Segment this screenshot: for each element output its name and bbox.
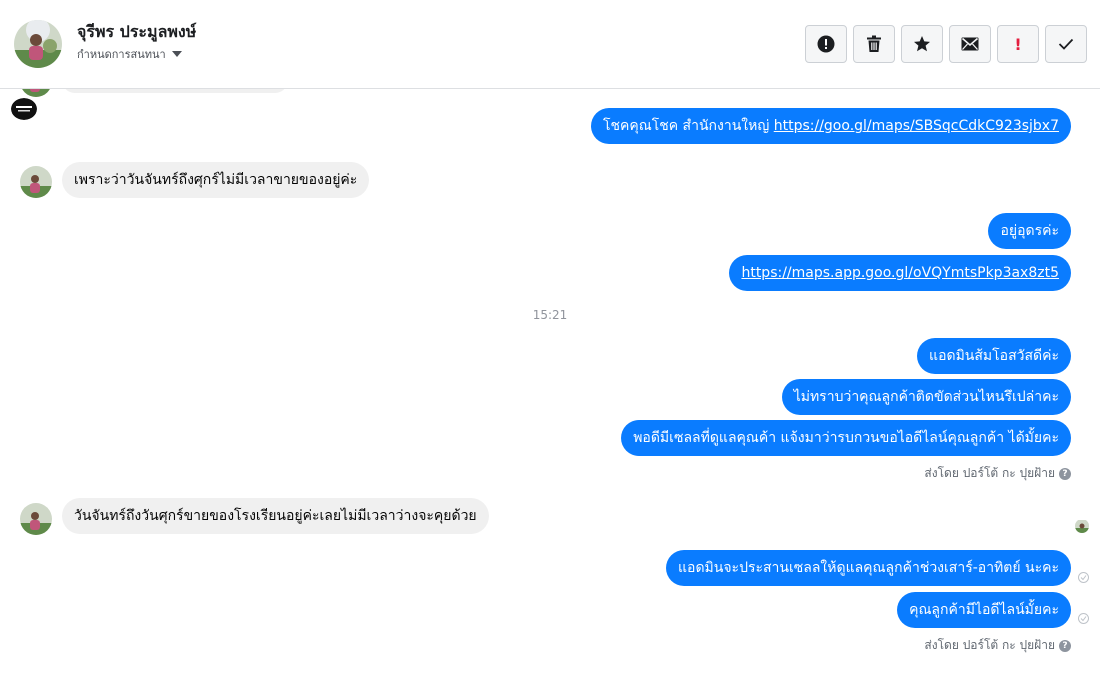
- conversation-toolbar: !: [805, 25, 1087, 63]
- message-text: แอดมินส้มโอสวัสดีค่ะ: [929, 348, 1059, 364]
- message-bubble-outgoing[interactable]: ไม่ทราบว่าคุณลูกค้าติดขัดส่วนไหนรึเปล่าค…: [781, 379, 1071, 415]
- help-icon[interactable]: ?: [1059, 467, 1071, 480]
- message-text: โชคคุณโชค สำนักงานใหญ่: [602, 118, 774, 134]
- chevron-down-icon: [171, 51, 182, 57]
- read-receipt-avatar: [1075, 519, 1089, 533]
- message-bubble-outgoing[interactable]: พอดีมีเซลลที่ดูแลคุณค้า แจ้งมาว่ารบกวนขอ…: [621, 420, 1071, 456]
- time-separator: 15:21: [532, 308, 568, 322]
- message-bubble-outgoing[interactable]: คุณลูกค้ามีไอดีไลน์มั้ยคะ: [897, 592, 1071, 628]
- message-link[interactable]: https://goo.gl/maps/SBSqcCdkC923sjbx7: [774, 118, 1059, 134]
- message-bubble-partial: [62, 89, 288, 93]
- assign-conversation-dropdown[interactable]: กำหนดการสนทนา: [77, 45, 182, 63]
- message-bubble-outgoing[interactable]: แอดมินจะประสานเซลลให้ดูแลคุณลูกค้าช่วงเส…: [666, 550, 1071, 586]
- message-text: คุณลูกค้ามีไอดีไลน์มั้ยคะ: [909, 602, 1059, 618]
- envelope-icon: [961, 37, 979, 51]
- conversation-header: จุรีพร ประมูลพงษ์ กำหนดการสนทนา !: [0, 0, 1100, 89]
- mark-unread-button[interactable]: [949, 25, 991, 63]
- contact-avatar-small: [20, 166, 52, 198]
- message-text: เพราะว่าวันจันทร์ถึงศุกร์ไม่มีเวลาขายของ…: [74, 172, 358, 188]
- star-icon: [914, 36, 930, 52]
- contact-avatar[interactable]: [14, 20, 62, 68]
- mark-spam-button[interactable]: [805, 25, 847, 63]
- message-text: อยู่อุดรค่ะ: [1000, 223, 1059, 239]
- message-bubble-outgoing[interactable]: แอดมินส้มโอสวัสดีค่ะ: [917, 338, 1071, 374]
- exclamation-circle-icon: [817, 35, 835, 53]
- delivered-check-icon: [1078, 572, 1089, 583]
- message-thread[interactable]: โชคคุณโชค สำนักงานใหญ่ https://goo.gl/ma…: [0, 89, 1100, 685]
- message-text: วันจันทร์ถึงวันศุกร์ขายของโรงเรียนอยู่ค่…: [74, 508, 477, 524]
- mark-done-button[interactable]: [1045, 25, 1087, 63]
- assign-label: กำหนดการสนทนา: [77, 48, 166, 61]
- sent-by-label: ส่งโดย ปอร์โต้ กะ ปุยฝ้าย ?: [924, 636, 1071, 655]
- contact-name[interactable]: จุรีพร ประมูลพงษ์: [77, 20, 196, 45]
- follow-up-button[interactable]: !: [997, 25, 1039, 63]
- message-bubble-outgoing[interactable]: https://maps.app.goo.gl/oVQYmtsPkp3ax8zt…: [729, 255, 1071, 291]
- delivered-check-icon: [1078, 613, 1089, 624]
- message-link[interactable]: https://maps.app.goo.gl/oVQYmtsPkp3ax8zt…: [741, 265, 1059, 281]
- page-logo-avatar: [11, 98, 37, 120]
- sent-by-text: ส่งโดย ปอร์โต้ กะ ปุยฝ้าย: [924, 638, 1055, 652]
- message-bubble-incoming[interactable]: วันจันทร์ถึงวันศุกร์ขายของโรงเรียนอยู่ค่…: [62, 498, 489, 534]
- message-text: พอดีมีเซลลที่ดูแลคุณค้า แจ้งมาว่ารบกวนขอ…: [633, 430, 1059, 446]
- contact-avatar-small: [20, 503, 52, 535]
- check-icon: [1058, 38, 1074, 50]
- contact-avatar-small: [20, 89, 52, 97]
- message-text: แอดมินจะประสานเซลลให้ดูแลคุณลูกค้าช่วงเส…: [678, 560, 1059, 576]
- follow-up-icon: !: [1014, 34, 1022, 54]
- message-text: ไม่ทราบว่าคุณลูกค้าติดขัดส่วนไหนรึเปล่าค…: [793, 389, 1059, 405]
- trash-icon: [867, 35, 881, 52]
- message-bubble-outgoing[interactable]: อยู่อุดรค่ะ: [988, 213, 1071, 249]
- sent-by-label: ส่งโดย ปอร์โต้ กะ ปุยฝ้าย ?: [924, 464, 1071, 483]
- star-button[interactable]: [901, 25, 943, 63]
- delete-button[interactable]: [853, 25, 895, 63]
- help-icon[interactable]: ?: [1059, 639, 1071, 652]
- message-bubble-outgoing[interactable]: โชคคุณโชค สำนักงานใหญ่ https://goo.gl/ma…: [590, 108, 1071, 144]
- sent-by-text: ส่งโดย ปอร์โต้ กะ ปุยฝ้าย: [924, 466, 1055, 480]
- message-bubble-incoming[interactable]: เพราะว่าวันจันทร์ถึงศุกร์ไม่มีเวลาขายของ…: [62, 162, 370, 198]
